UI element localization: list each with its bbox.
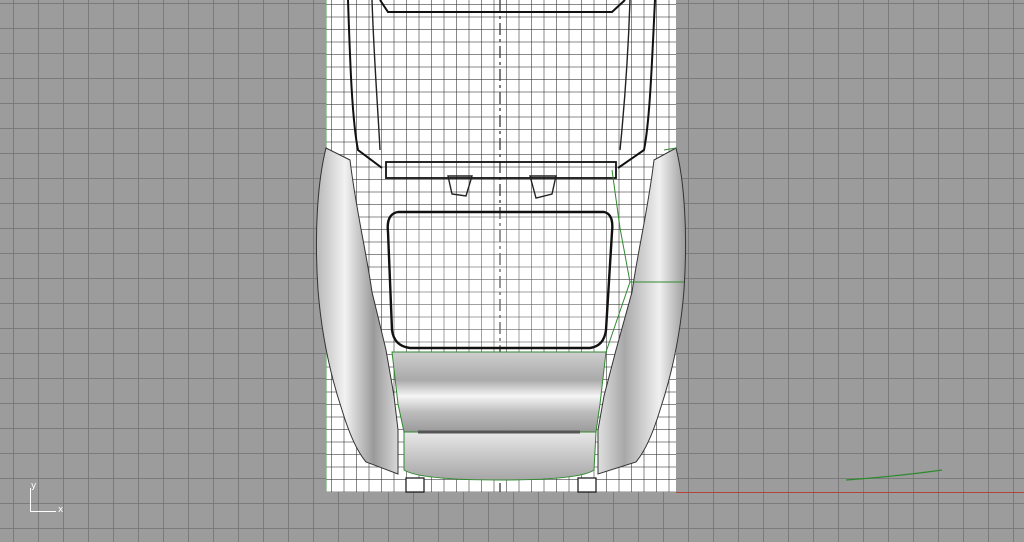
left-rear-tire	[405, 477, 425, 493]
viewport-top[interactable]: y x	[0, 0, 1024, 542]
axis-widget-y-line	[30, 488, 31, 512]
rear-spoiler-bar	[385, 161, 617, 179]
right-rear-tire	[577, 477, 597, 493]
car-model-geometry[interactable]	[0, 0, 1024, 542]
left-rear-fender	[315, 147, 399, 475]
axis-widget-x-line	[30, 511, 56, 512]
axis-widget-y-label: y	[31, 481, 37, 491]
right-rear-fender	[597, 147, 687, 475]
stray-green-curve[interactable]	[845, 469, 943, 481]
left-pillar-line	[347, 0, 383, 169]
left-pillar-inner-line	[371, 0, 381, 151]
trunk-lid-outline	[386, 210, 614, 350]
roof-rear-edge	[379, 0, 626, 13]
rear-lower-valance	[403, 431, 597, 481]
axis-widget-x-label: x	[58, 505, 64, 515]
wiper-mount-left	[447, 175, 473, 197]
right-pillar-line	[617, 0, 656, 169]
wiper-mount-right	[529, 175, 557, 199]
right-pillar-inner-line	[619, 0, 631, 151]
surface-edge-right-upper	[611, 169, 631, 283]
rear-bumper-surface	[391, 351, 607, 433]
